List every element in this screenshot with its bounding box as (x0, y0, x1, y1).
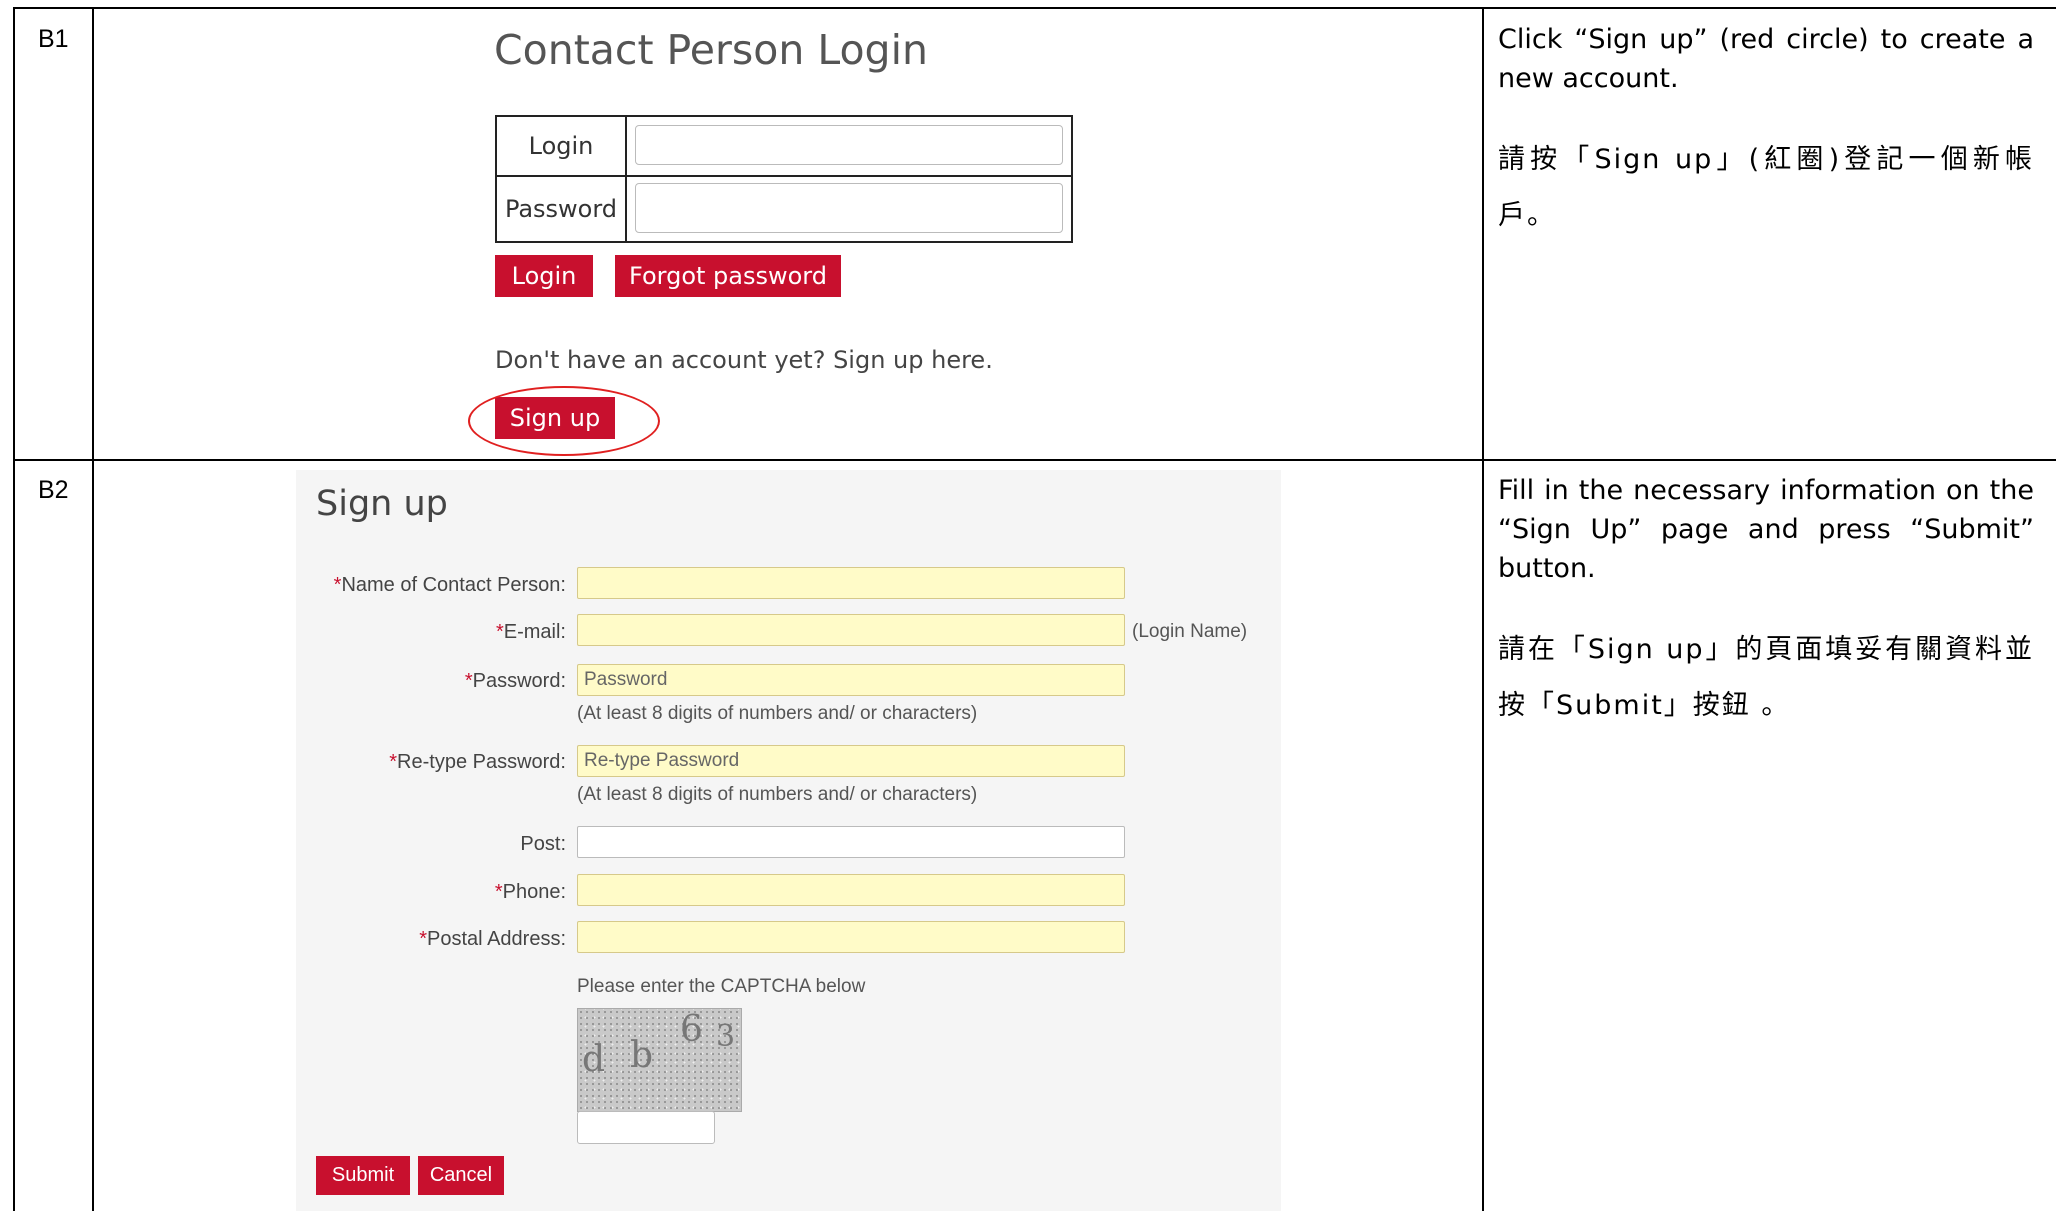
password-label-text: Password: (472, 670, 566, 692)
step-label-b2: B2 (38, 476, 69, 504)
address-label-text: Postal Address: (427, 928, 566, 950)
post-label: Post: (520, 833, 566, 855)
required-mark: * (464, 670, 473, 692)
table-border-top (13, 7, 2056, 9)
forgot-password-button[interactable]: Forgot password (615, 255, 841, 297)
table-column-divider (92, 7, 94, 1211)
retype-password-hint: (At least 8 digits of numbers and/ or ch… (577, 784, 978, 805)
login-input[interactable] (635, 125, 1063, 165)
phone-label: *Phone: (495, 881, 566, 904)
password-input[interactable] (635, 183, 1063, 233)
red-circle-highlight (468, 386, 660, 456)
description-chinese: 請按「Sign up」(紅圈)登記一個新帳戶。 (1498, 144, 2034, 231)
name-label: *Name of Contact Person: (334, 574, 566, 597)
phone-input[interactable] (577, 874, 1125, 906)
captcha-prompt: Please enter the CAPTCHA below (577, 976, 866, 997)
step-description-b1: Click “Sign up” (red circle) to create a… (1498, 20, 2034, 244)
required-mark: * (419, 928, 428, 950)
login-screenshot: Contact Person Login Login Password Logi… (468, 10, 1110, 456)
signup-screenshot: Sign up *Name of Contact Person: *E-mail… (296, 470, 1281, 1211)
submit-button[interactable]: Submit (316, 1156, 410, 1195)
login-button[interactable]: Login (495, 255, 593, 297)
name-label-text: Name of Contact Person: (341, 574, 566, 596)
table-row-divider (13, 459, 2056, 461)
step-label-b1: B1 (38, 25, 69, 53)
page-title: Sign up (316, 484, 448, 524)
captcha-image: d b 6 3 (577, 1008, 742, 1112)
description-english: Fill in the necessary information on the… (1498, 475, 2034, 584)
cancel-button[interactable]: Cancel (418, 1156, 504, 1195)
login-row: Login (497, 117, 1071, 177)
email-label-text: E-mail: (503, 621, 566, 643)
table-column-divider (1482, 7, 1484, 1211)
email-input[interactable] (577, 614, 1125, 646)
password-row: Password (497, 177, 1071, 241)
password-label: *Password: (465, 670, 566, 693)
description-english: Click “Sign up” (red circle) to create a… (1498, 24, 2034, 94)
retype-password-label: *Re-type Password: (389, 751, 566, 774)
signup-prompt: Don't have an account yet? Sign up here. (495, 346, 993, 374)
email-note: (Login Name) (1132, 621, 1248, 642)
email-label: *E-mail: (496, 621, 566, 644)
postal-address-label: *Postal Address: (419, 928, 566, 951)
captcha-char: b (630, 1035, 654, 1076)
captcha-input[interactable] (577, 1111, 715, 1144)
login-form: Login Password (495, 115, 1073, 243)
captcha-char: d (582, 1039, 606, 1080)
post-input[interactable] (577, 826, 1125, 858)
postal-address-input[interactable] (577, 921, 1125, 953)
required-mark: * (494, 881, 503, 903)
login-label: Login (497, 117, 627, 175)
password-input[interactable]: Password (577, 664, 1125, 696)
description-chinese: 請在「Sign up」的頁面填妥有關資料並按「Submit」按鈕 。 (1498, 634, 2034, 721)
password-hint: (At least 8 digits of numbers and/ or ch… (577, 703, 978, 724)
step-description-b2: Fill in the necessary information on the… (1498, 471, 2034, 734)
required-mark: * (495, 621, 504, 643)
retype-password-input[interactable]: Re-type Password (577, 745, 1125, 777)
required-mark: * (389, 751, 398, 773)
phone-label-text: Phone: (502, 881, 566, 903)
retype-label-text: Re-type Password: (397, 751, 566, 773)
name-input[interactable] (577, 567, 1125, 599)
captcha-char: 6 (680, 1009, 703, 1050)
table-border-left (13, 7, 15, 1211)
page-title: Contact Person Login (494, 26, 928, 74)
password-label: Password (497, 177, 627, 241)
captcha-char: 3 (716, 1019, 736, 1054)
